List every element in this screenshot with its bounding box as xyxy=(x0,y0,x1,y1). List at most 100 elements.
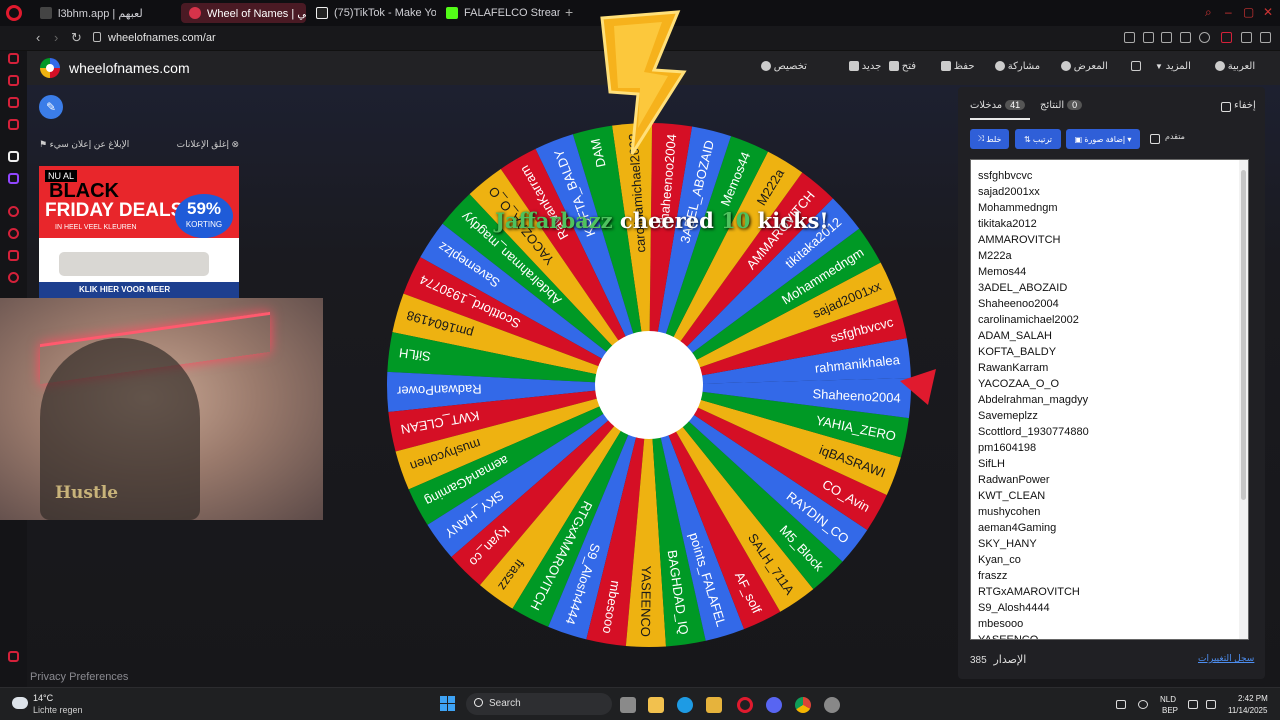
url-field[interactable]: wheelofnames.com/ar xyxy=(108,32,216,44)
entry-item: 3ADEL_ABOZAID xyxy=(978,282,1068,294)
instagram-icon[interactable] xyxy=(8,97,19,108)
ad-cta-bar[interactable]: KLIK HIER VOOR MEER xyxy=(39,282,239,298)
tab-entries[interactable]: مدخلات 41 xyxy=(970,100,1028,111)
tab-favicon-icon xyxy=(40,7,52,19)
maximize-icon[interactable]: ▢ xyxy=(1243,5,1254,19)
profile-icon[interactable] xyxy=(1221,32,1232,43)
more-menu-button[interactable]: ▼ المزيد xyxy=(1155,61,1191,72)
report-ad-button[interactable]: ⚑ الإبلاغ عن إعلان سيء xyxy=(39,139,129,150)
windows-taskbar: 14°C Lichte regen Search NLD BEP 2:42 PM… xyxy=(0,687,1280,720)
opera-gx-icon[interactable] xyxy=(737,697,753,713)
lightning-bolt-icon xyxy=(600,10,687,155)
reload-icon[interactable]: ↻ xyxy=(71,30,82,46)
globe-icon xyxy=(1215,61,1225,72)
entry-item: carolinamichael2002 xyxy=(978,314,1079,326)
clock-time[interactable]: 2:42 PM xyxy=(1238,694,1268,703)
bookmark-icon[interactable] xyxy=(1124,32,1135,43)
language-button[interactable]: العربية xyxy=(1211,61,1255,72)
sort-icon: ⇅ xyxy=(1023,134,1033,144)
mail-icon[interactable] xyxy=(706,697,722,713)
entry-item: YACOZAA_O_O xyxy=(978,378,1060,390)
tab-tiktok[interactable]: (75)TikTok - Make Your D xyxy=(308,3,436,23)
back-icon[interactable]: ‹ xyxy=(36,30,40,45)
entry-item: Mohammedngm xyxy=(978,202,1058,214)
search-icon[interactable]: ⌕ xyxy=(1205,5,1212,20)
player-icon[interactable] xyxy=(8,206,19,217)
site-name[interactable]: wheelofnames.com xyxy=(69,60,190,76)
opera-logo-icon[interactable] xyxy=(6,5,22,21)
close-icon[interactable]: ✕ xyxy=(1263,5,1273,19)
wheel[interactable]: rahmanikhaleassfghbvcvcsajad2001xxMohamm… xyxy=(384,120,914,650)
keyboard-indicator[interactable]: BEP xyxy=(1162,706,1178,715)
obs-icon[interactable] xyxy=(824,697,840,713)
advanced-checkbox[interactable] xyxy=(1150,134,1160,144)
menu-icon[interactable] xyxy=(1260,32,1271,43)
forward-icon[interactable]: › xyxy=(54,30,58,45)
tab-kick-stream[interactable]: FALAFELCO Stream - Wat xyxy=(438,3,560,23)
chevron-up-icon[interactable] xyxy=(1096,700,1106,709)
ad-discount-badge: 59% KORTING xyxy=(175,194,233,238)
new-button[interactable]: جديد xyxy=(845,61,881,72)
privacy-preferences-link[interactable]: Privacy Preferences xyxy=(30,671,128,683)
gx-icon[interactable] xyxy=(8,651,19,662)
entries-scrollbar[interactable] xyxy=(1239,160,1248,639)
messenger-icon[interactable] xyxy=(8,119,19,130)
share-button[interactable]: مشاركة xyxy=(991,61,1040,72)
settings-icon[interactable] xyxy=(8,272,19,283)
kick-icon[interactable] xyxy=(8,151,19,162)
player-icon[interactable] xyxy=(1180,32,1191,43)
ad-banner[interactable]: NU AL BLACK FRIDAY DEALS IN HEEL VEEL KL… xyxy=(39,166,239,298)
workspace-icon[interactable] xyxy=(8,75,19,86)
fullscreen-button[interactable] xyxy=(1127,61,1141,72)
entry-item: ssfghbvcvc xyxy=(978,170,1033,182)
sort-button[interactable]: ⇅ ترتيب xyxy=(1015,129,1061,149)
taskbar-search[interactable]: Search xyxy=(466,693,612,715)
edit-pencil-button[interactable]: ✎ xyxy=(39,95,63,119)
tab-l3bhm[interactable]: l3bhm.app | لعبهم xyxy=(32,3,182,23)
heart-icon[interactable] xyxy=(1199,32,1210,43)
volume-icon[interactable] xyxy=(1206,700,1216,709)
close-ads-button[interactable]: إغلق الإعلانات ⊗ xyxy=(177,139,239,150)
onedrive-icon[interactable] xyxy=(1116,700,1126,709)
file-explorer-icon[interactable] xyxy=(648,697,664,713)
cloud-icon[interactable] xyxy=(12,697,28,709)
scrollbar-thumb[interactable] xyxy=(1241,170,1246,500)
new-tab-button[interactable]: + xyxy=(565,4,573,20)
hide-checkbox[interactable] xyxy=(1221,102,1231,112)
snapshot-icon[interactable] xyxy=(1143,32,1154,43)
entries-textarea[interactable]: ssfghbvcvc sajad2001xx Mohammedngm tikitaka… xyxy=(970,159,1249,640)
task-view-icon[interactable] xyxy=(620,697,636,713)
tab-wheel-of-names[interactable]: Wheel of Names | الي xyxy=(181,3,306,23)
image-icon: ▣ xyxy=(1074,134,1085,144)
chrome-icon[interactable] xyxy=(795,697,811,713)
language-indicator[interactable]: NLD xyxy=(1160,695,1176,704)
shuffle-button[interactable]: ⤨ خلط xyxy=(970,129,1009,149)
changelog-link[interactable]: سجل التغييرات xyxy=(1198,653,1254,664)
microphone-icon[interactable] xyxy=(1138,700,1148,709)
weather-description[interactable]: Lichte regen xyxy=(33,705,83,715)
history-icon[interactable] xyxy=(8,228,19,239)
chevron-down-icon: ▾ xyxy=(1125,134,1132,144)
download-icon[interactable] xyxy=(1241,32,1252,43)
vpn-icon[interactable] xyxy=(1161,32,1172,43)
save-button[interactable]: حفظ xyxy=(937,61,975,72)
aria-icon[interactable] xyxy=(8,53,19,64)
weather-temperature[interactable]: 14°C xyxy=(33,693,53,703)
discord-icon[interactable] xyxy=(766,697,782,713)
wheel-logo-icon[interactable] xyxy=(40,58,60,78)
twitch-icon[interactable] xyxy=(8,173,19,184)
open-button[interactable]: فتح xyxy=(885,61,916,72)
wheel-center-hub[interactable] xyxy=(595,331,703,439)
minimize-icon[interactable]: – xyxy=(1225,5,1232,19)
network-icon[interactable] xyxy=(1188,700,1198,709)
entry-item: sajad2001xx xyxy=(978,186,1040,198)
gallery-button[interactable]: المعرض xyxy=(1057,61,1108,72)
tab-results[interactable]: النتائج 0 xyxy=(1040,100,1085,111)
add-image-button[interactable]: ▣ إضافة صورة ▾ xyxy=(1066,129,1140,149)
edge-icon[interactable] xyxy=(677,697,693,713)
customize-button[interactable]: تخصيص xyxy=(757,61,807,72)
clock-date[interactable]: 11/14/2025 xyxy=(1228,706,1267,715)
extensions-icon[interactable] xyxy=(8,250,19,261)
windows-start-icon[interactable] xyxy=(440,696,455,711)
lock-icon xyxy=(93,32,101,42)
